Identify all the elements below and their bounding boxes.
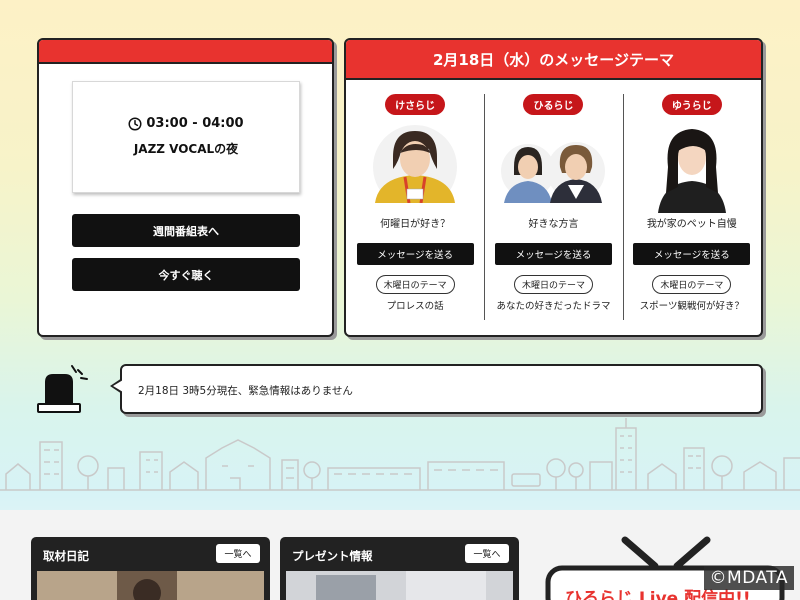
theme-question: 好きな方言 (528, 219, 579, 230)
copyright-watermark: ©MDATA (703, 566, 794, 590)
send-message-button[interactable]: メッセージを送る (494, 243, 612, 265)
host-avatar (501, 142, 606, 203)
thursday-theme-topic: あなたの好きだったドラマ (496, 301, 611, 312)
theme-question: 何曜日が好き？ (380, 219, 451, 230)
message-theme-header: 2月18日（水）のメッセージテーマ (346, 40, 761, 80)
current-program-card[interactable]: 03:00 - 04:00 JAZZ VOCALの夜 (72, 81, 300, 193)
siren-icon (37, 365, 88, 413)
send-message-button[interactable]: メッセージを送る (356, 243, 474, 265)
present-info-card: プレゼント情報 一覧へ (280, 537, 519, 600)
panel-header-bar (39, 40, 332, 64)
city-skyline-illustration (0, 418, 800, 491)
message-theme-panel: 2月18日（水）のメッセージテーマ けさらじ 何曜日が好き？ メッセージを送る … (344, 38, 763, 337)
thursday-theme-label: 木曜日のテーマ (652, 275, 732, 294)
theme-column-yuraji: ゆうらじ 我が家のペット自慢 メッセージを送る 木曜日のテーマ スポーツ観戦何が… (622, 80, 761, 335)
listen-now-button[interactable]: 今すぐ聴く (72, 258, 300, 291)
emergency-info-bubble: 2月18日 3時5分現在、緊急情報はありません (110, 364, 763, 414)
thursday-theme-label: 木曜日のテーマ (513, 275, 593, 294)
now-on-air-panel: 03:00 - 04:00 JAZZ VOCALの夜 週間番組表へ 今すぐ聴く (37, 38, 334, 337)
host-avatar (657, 129, 726, 213)
program-pill[interactable]: ゆうらじ (661, 94, 722, 115)
send-message-button[interactable]: メッセージを送る (633, 243, 751, 265)
theme-column-kesaraji: けさらじ 何曜日が好き？ メッセージを送る 木曜日のテーマ プロレスの話 (346, 80, 484, 335)
program-time: 03:00 - 04:00 (73, 116, 299, 131)
thursday-theme-topic: スポーツ観戦何が好き？ (639, 301, 744, 312)
program-pill[interactable]: ひるらじ (523, 94, 584, 115)
card-thumbnail[interactable] (37, 571, 264, 600)
thursday-theme-label: 木曜日のテーマ (375, 275, 455, 294)
clock-icon (128, 116, 142, 131)
emergency-info-text: 2月18日 3時5分現在、緊急情報はありません (138, 385, 353, 397)
thursday-theme-topic: プロレスの話 (386, 301, 444, 312)
weekly-schedule-button[interactable]: 週間番組表へ (72, 214, 300, 247)
host-avatar (373, 125, 458, 203)
program-time-text: 03:00 - 04:00 (146, 116, 244, 131)
view-list-button[interactable]: 一覧へ (216, 544, 260, 563)
theme-column-hiruraji: ひるらじ 好きな方言 メッセージを送る 木曜日のテーマ あなたの好きだったドラマ (484, 80, 622, 335)
theme-question: 我が家のペット自慢 (646, 219, 737, 230)
program-pill[interactable]: けさらじ (385, 94, 446, 115)
card-title: 取材日記 (43, 549, 89, 563)
reporting-diary-card: 取材日記 一覧へ (31, 537, 270, 600)
view-list-button[interactable]: 一覧へ (465, 544, 509, 563)
card-thumbnail[interactable] (286, 571, 513, 600)
card-title: プレゼント情報 (292, 549, 373, 563)
program-title: JAZZ VOCALの夜 (133, 142, 239, 156)
